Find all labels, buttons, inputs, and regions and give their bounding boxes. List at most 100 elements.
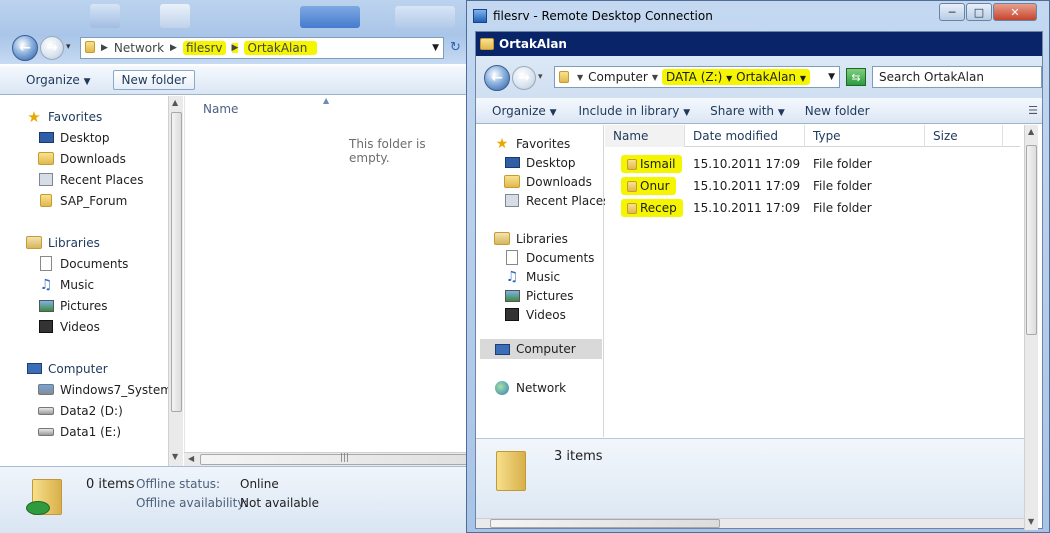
remote-nav-favorites[interactable]: ★ Favorites — [494, 133, 571, 154]
nav-recent-places[interactable]: Recent Places — [38, 169, 143, 190]
sort-arrow-icon: ▲ — [323, 96, 330, 105]
close-button[interactable]: ✕ — [993, 3, 1037, 21]
file-row[interactable]: Onur 15.10.2011 17:09 File folder — [605, 175, 1020, 197]
view-options-icon[interactable]: ☰ — [1028, 104, 1038, 117]
remote-nav-pictures[interactable]: Pictures — [504, 285, 574, 306]
column-header-date-modified[interactable]: Date modified — [685, 124, 805, 147]
nav-libraries[interactable]: Libraries — [26, 232, 100, 253]
share-with-button[interactable]: Share with ▼ — [702, 102, 793, 120]
star-icon: ★ — [495, 135, 509, 152]
file-type: File folder — [813, 179, 872, 193]
remote-search-input[interactable]: Search OrtakAlan — [872, 66, 1042, 88]
remote-breadcrumb-computer[interactable]: Computer — [588, 70, 648, 84]
left-command-bar: Organize ▼ New folder — [0, 66, 470, 95]
back-button[interactable]: ← — [12, 35, 38, 61]
remote-nav-videos[interactable]: Videos — [504, 304, 566, 325]
forward-button[interactable]: → — [40, 36, 64, 60]
address-dropdown-icon[interactable]: ▼ — [432, 43, 439, 53]
file-date: 15.10.2011 17:09 — [693, 201, 801, 215]
downloads-folder-icon — [504, 174, 520, 190]
include-in-library-button[interactable]: Include in library ▼ — [571, 102, 699, 120]
column-header-size[interactable]: Size — [925, 124, 1003, 147]
file-list-header: Name Date modified Type Size — [605, 124, 1020, 147]
folder-icon — [627, 159, 637, 170]
nav-windows7-system[interactable]: Windows7_System ( — [38, 379, 180, 400]
remote-back-button[interactable]: ← — [484, 65, 510, 91]
nav-favorites[interactable]: ★ Favorites — [26, 106, 102, 127]
remote-recent-pages-chevron-icon[interactable]: ▾ — [538, 72, 543, 82]
remote-nav-recent-places[interactable]: Recent Places — [504, 190, 609, 211]
scroll-thumb[interactable] — [490, 519, 720, 528]
recent-pages-chevron-icon[interactable]: ▾ — [66, 42, 71, 52]
file-row[interactable]: Ismail 15.10.2011 17:09 File folder — [605, 153, 1020, 175]
left-horizontal-scrollbar[interactable]: ◀ ||| — [184, 452, 530, 466]
left-navigation-pane: ★ Favorites Desktop Downloads Recent Plac… — [0, 96, 180, 466]
scroll-thumb[interactable] — [1026, 145, 1037, 335]
minimize-button[interactable]: ─ — [939, 3, 965, 21]
remote-address-dropdown-icon[interactable]: ▼ — [828, 72, 835, 82]
refresh-icon[interactable]: ↻ — [450, 40, 461, 55]
scroll-down-icon[interactable]: ▼ — [1028, 517, 1034, 526]
organize-button[interactable]: Organize ▼ — [18, 71, 99, 89]
nav-computer[interactable]: Computer — [26, 358, 108, 379]
remote-nav-network[interactable]: Network — [494, 377, 566, 398]
scroll-left-icon[interactable]: ◀ — [188, 454, 194, 463]
downloads-folder-icon — [38, 151, 54, 167]
folder-icon — [38, 193, 54, 209]
address-bar[interactable]: ▶ Network ▶ filesrv ▶ OrtakAlan ▼ — [80, 37, 444, 59]
remote-nav-computer[interactable]: Computer — [480, 339, 602, 359]
remote-forward-button[interactable]: → — [512, 66, 536, 90]
scroll-down-icon[interactable]: ▼ — [172, 452, 178, 461]
nav-data2[interactable]: Data2 (D:) — [38, 400, 123, 421]
left-explorer-window: ← → ▾ ▶ Network ▶ filesrv ▶ OrtakAlan ▼ … — [0, 0, 530, 533]
computer-icon — [26, 361, 42, 377]
remote-window-title-bar: OrtakAlan — [476, 32, 1042, 56]
nav-data1[interactable]: Data1 (E:) — [38, 421, 121, 442]
nav-pictures[interactable]: Pictures — [38, 295, 108, 316]
remote-nav-desktop[interactable]: Desktop — [504, 152, 576, 173]
remote-nav-documents[interactable]: Documents — [504, 247, 594, 268]
remote-vertical-scrollbar[interactable]: ▲ ▼ — [1024, 125, 1038, 530]
offline-availability-label: Offline availability: — [136, 496, 248, 510]
nav-music[interactable]: ♫ Music — [38, 274, 94, 295]
remote-refresh-button[interactable]: ⇆ — [846, 68, 866, 86]
empty-folder-message: This folder is empty. — [349, 137, 426, 165]
file-name-cell: Ismail — [605, 155, 685, 173]
remote-address-bar[interactable]: ▼ Computer ▼ DATA (Z:) ▼ OrtakAlan ▼ ▼ — [554, 66, 840, 88]
breadcrumb-separator-icon: ▶ — [170, 43, 177, 53]
rdp-window-title: filesrv - Remote Desktop Connection — [493, 9, 713, 23]
nav-documents[interactable]: Documents — [38, 253, 128, 274]
music-icon: ♫ — [39, 276, 53, 293]
nav-videos[interactable]: Videos — [38, 316, 100, 337]
new-folder-button[interactable]: New folder — [112, 70, 196, 90]
folder-icon — [559, 71, 569, 83]
maximize-button[interactable]: □ — [966, 3, 992, 21]
left-details-pane: 0 items Offline status: Online Offline a… — [0, 466, 470, 533]
remote-new-folder-button[interactable]: New folder — [797, 102, 878, 120]
file-name: Ismail — [640, 157, 676, 171]
remote-organize-button[interactable]: Organize ▼ — [484, 102, 565, 120]
scroll-grip-icon: ||| — [340, 453, 350, 463]
remote-nav-music[interactable]: ♫ Music — [504, 266, 560, 287]
scroll-thumb[interactable] — [171, 112, 182, 412]
column-header-type[interactable]: Type — [805, 124, 925, 147]
left-content-pane: Name ▲ This folder is empty. — [184, 96, 466, 466]
nav-sap-forum[interactable]: SAP_Forum — [38, 190, 127, 211]
nav-downloads[interactable]: Downloads — [38, 148, 126, 169]
rdp-title-bar[interactable]: filesrv - Remote Desktop Connection — [473, 5, 713, 27]
left-nav-scrollbar[interactable]: ▲ ▼ — [168, 96, 183, 466]
breadcrumb-filesrv[interactable]: filesrv — [182, 41, 226, 55]
scroll-up-icon[interactable]: ▲ — [172, 98, 178, 107]
breadcrumb-ortakalan[interactable]: OrtakAlan — [244, 41, 318, 55]
scroll-up-icon[interactable]: ▲ — [1028, 127, 1034, 136]
items-count: 0 items — [86, 477, 135, 492]
column-header-name[interactable]: Name — [605, 124, 685, 147]
remote-horizontal-scrollbar[interactable] — [476, 518, 1024, 528]
remote-nav-downloads[interactable]: Downloads — [504, 171, 592, 192]
remote-nav-libraries[interactable]: Libraries — [494, 228, 568, 249]
nav-desktop[interactable]: Desktop — [38, 127, 110, 148]
file-row[interactable]: Recep 15.10.2011 17:09 File folder — [605, 197, 1020, 219]
remote-breadcrumb-data[interactable]: DATA (Z:) ▼ OrtakAlan ▼ — [661, 69, 811, 85]
breadcrumb-network[interactable]: Network — [114, 41, 164, 55]
column-name-header[interactable]: Name — [203, 102, 238, 116]
